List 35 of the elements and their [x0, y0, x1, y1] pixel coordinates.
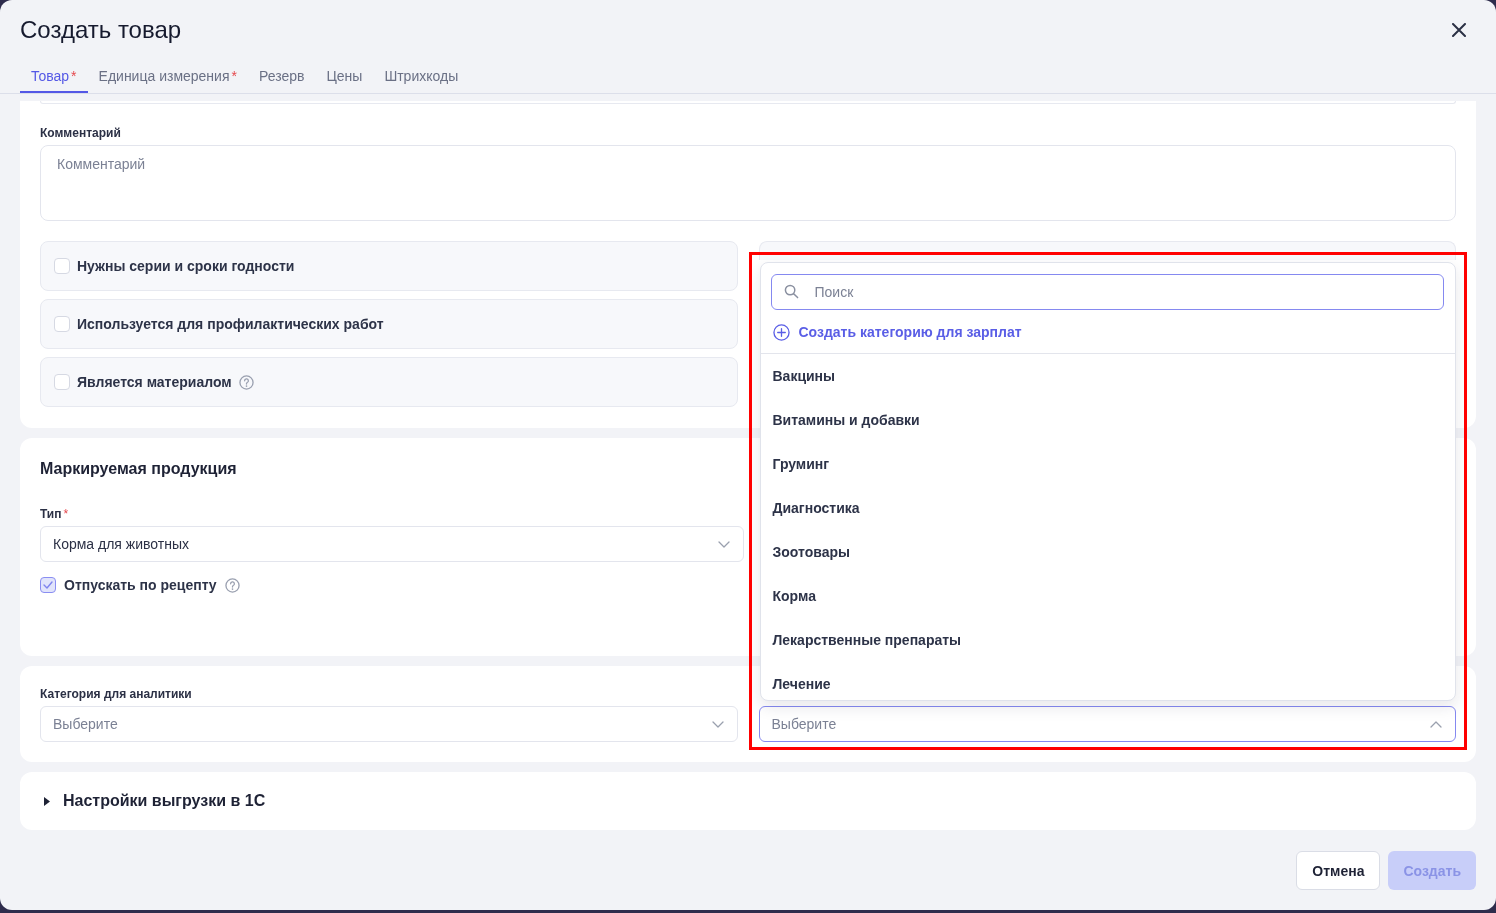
field-label: Категория для аналитики: [40, 687, 192, 701]
field-label: Тип *: [40, 507, 69, 521]
select-field[interactable]: Корма для животных: [40, 526, 744, 562]
select-field[interactable]: Выберите: [758, 706, 1456, 742]
cancel-button[interactable]: Отмена: [1296, 851, 1381, 890]
dropdown-option[interactable]: Витамины и добавки: [760, 398, 1455, 442]
checkbox-label: Является материалом: [77, 373, 232, 391]
checkbox-label: Используется для профилактических работ: [77, 315, 384, 333]
checkbox-label: Нужны серии и сроки годности: [77, 257, 295, 275]
section-toggle[interactable]: Настройки выгрузки в 1С: [40, 791, 266, 811]
field-label: Комментарий: [40, 126, 121, 141]
close-icon[interactable]: [1452, 23, 1466, 37]
tab[interactable]: Цены: [315, 57, 374, 93]
dropdown-option[interactable]: Зоотовары: [760, 530, 1455, 574]
checkbox-label: Отпускать по рецепту: [64, 576, 217, 594]
section-title: Маркируемая продукция: [40, 459, 237, 479]
checkmark-icon: [43, 581, 53, 589]
tab[interactable]: Штрихкоды: [373, 57, 470, 93]
dropdown-option[interactable]: Лечение: [760, 662, 1455, 699]
dropdown-option[interactable]: Диагностика: [760, 486, 1455, 530]
dropdown-option[interactable]: Груминг: [760, 442, 1455, 486]
plus-circle-icon: [772, 323, 790, 341]
tab[interactable]: Единица измерения*: [87, 57, 248, 93]
comment-field[interactable]: Комментарий: [40, 145, 1456, 221]
create-category-link[interactable]: Создать категорию для зарплат: [770, 320, 1022, 344]
dialog-title: Создать товар: [20, 16, 182, 44]
checkbox[interactable]: [40, 577, 56, 593]
tab[interactable]: Резерв: [247, 57, 316, 93]
dropdown-option[interactable]: Лекарственные препараты: [760, 618, 1455, 662]
search-icon: [783, 284, 799, 299]
search-field[interactable]: Поиск: [770, 274, 1444, 310]
tab[interactable]: Товар*: [20, 57, 88, 93]
dropdown-option[interactable]: Корма: [760, 574, 1455, 618]
select-field[interactable]: Выберите: [40, 706, 738, 742]
dropdown-option[interactable]: Вакцины: [760, 354, 1455, 398]
